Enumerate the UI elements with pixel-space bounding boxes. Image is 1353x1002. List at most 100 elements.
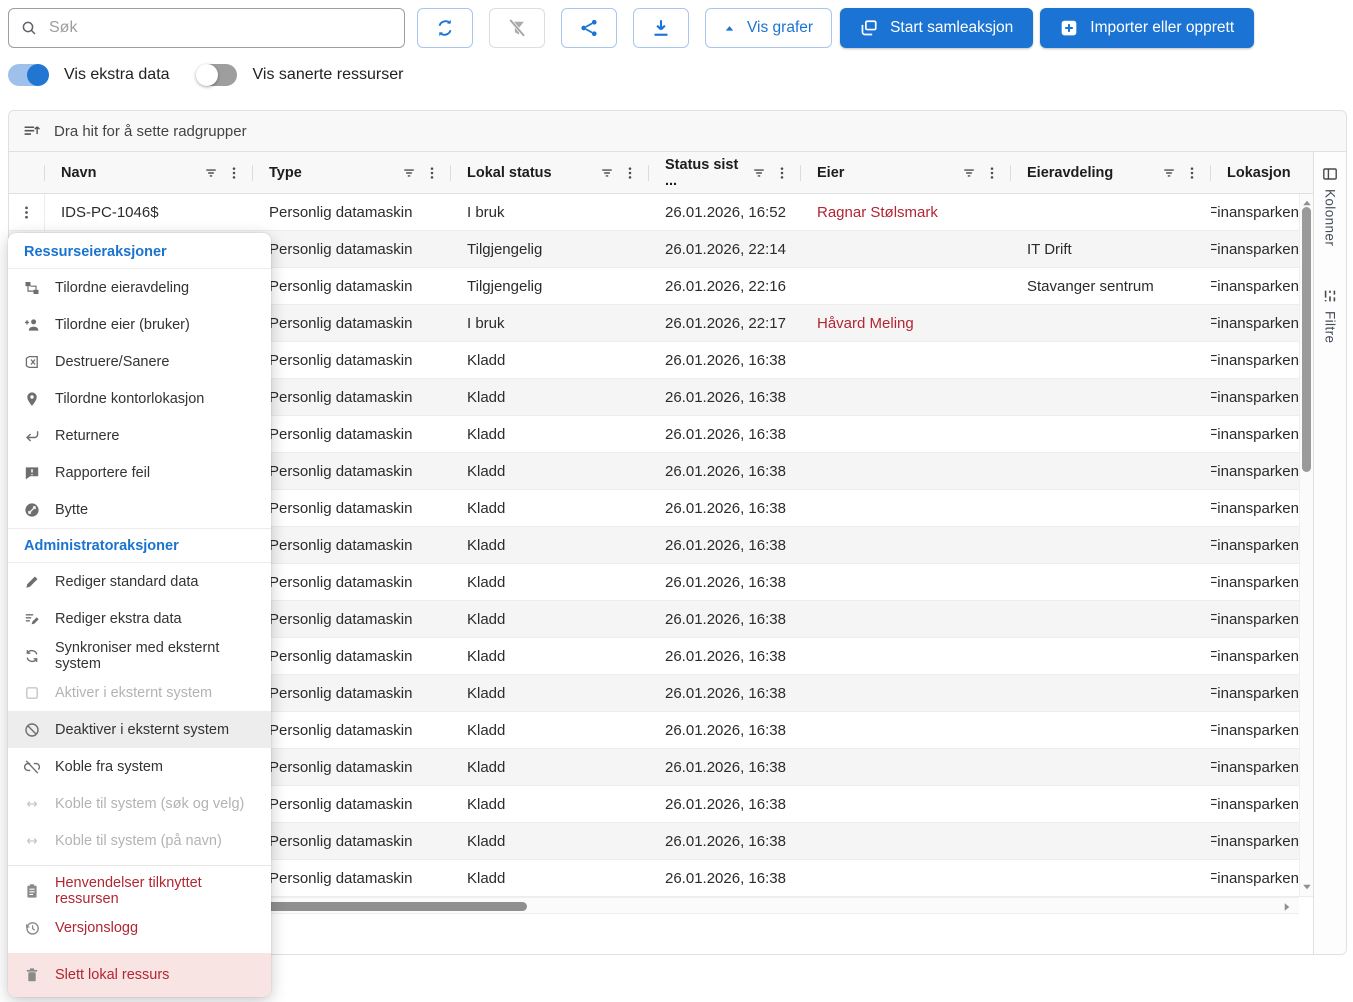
column-menu-icon[interactable]: [775, 166, 789, 180]
menu-item[interactable]: Deaktiver i eksternt system: [8, 711, 271, 748]
table-row[interactable]: IDS-PC-1046$ Personlig datamaskin I bruk…: [9, 194, 1313, 231]
header-cell-eieravdeling[interactable]: Eieravdeling: [1011, 152, 1211, 193]
cell-status-sist: 26.01.2026, 16:38: [649, 823, 801, 859]
cell-lokal-status: I bruk: [451, 194, 649, 230]
location-pin-icon: [24, 391, 40, 407]
header-cell-actions: [9, 152, 45, 193]
cell-lokal-status: Tilgjengelig: [451, 231, 649, 267]
box-remove-icon: [24, 354, 40, 370]
cell-status-sist: 26.01.2026, 16:38: [649, 749, 801, 785]
menu-item[interactable]: Bytte: [8, 491, 271, 528]
cell-eier[interactable]: [801, 527, 1011, 563]
scroll-right-icon[interactable]: [1281, 901, 1293, 913]
filter-funnel-icon[interactable]: [1162, 166, 1176, 180]
cell-lokasjon: Finansparken: [1211, 601, 1313, 637]
column-menu-icon[interactable]: [623, 166, 637, 180]
toggle-row: Vis ekstra data Vis sanerte ressurser: [8, 62, 403, 88]
column-menu-icon[interactable]: [1185, 166, 1199, 180]
cell-eier[interactable]: Håvard Meling: [801, 305, 1011, 341]
cell-eier[interactable]: [801, 860, 1011, 896]
share-button[interactable]: [561, 8, 617, 48]
cell-eier[interactable]: Ragnar Stølsmark: [801, 194, 1011, 230]
menu-item[interactable]: Tilordne eier (bruker): [8, 306, 271, 343]
cell-eier[interactable]: [801, 379, 1011, 415]
menu-item[interactable]: Koble fra system: [8, 748, 271, 785]
cell-type: Personlig datamaskin: [253, 527, 451, 563]
start-samleaksjon-button[interactable]: Start samleaksjon: [840, 8, 1033, 48]
menu-item[interactable]: Returnere: [8, 417, 271, 454]
row-group-dropzone[interactable]: Dra hit for å sette radgrupper: [9, 111, 1346, 152]
cell-eier[interactable]: [801, 712, 1011, 748]
vertical-scrollbar[interactable]: [1299, 194, 1313, 896]
menu-item[interactable]: Henvendelser tilknyttet ressursen: [8, 872, 271, 909]
header-cell-navn[interactable]: Navn: [45, 152, 253, 193]
download-button[interactable]: [633, 8, 689, 48]
cell-eier[interactable]: [801, 786, 1011, 822]
column-menu-icon[interactable]: [425, 166, 439, 180]
tab-filtre[interactable]: Filtre: [1322, 288, 1338, 343]
menu-item[interactable]: Rediger standard data: [8, 563, 271, 600]
cell-eier[interactable]: [801, 490, 1011, 526]
menu-item[interactable]: Rediger ekstra data: [8, 600, 271, 637]
cell-eier[interactable]: [801, 823, 1011, 859]
scroll-down-icon[interactable]: [1301, 881, 1313, 893]
cell-eier[interactable]: [801, 268, 1011, 304]
cell-lokasjon: Finansparken: [1211, 379, 1313, 415]
cell-eier[interactable]: [801, 638, 1011, 674]
column-menu-icon[interactable]: [985, 166, 999, 180]
column-label: Type: [269, 165, 302, 181]
link-arrows-icon: [24, 833, 40, 849]
filter-funnel-icon[interactable]: [600, 166, 614, 180]
cell-lokasjon: Finansparken: [1211, 527, 1313, 563]
header-cell-lokasjon[interactable]: Lokasjon: [1211, 152, 1313, 193]
refresh-button[interactable]: [417, 8, 473, 48]
header-cell-lokal-status[interactable]: Lokal status: [451, 152, 649, 193]
cell-eier[interactable]: [801, 416, 1011, 452]
filter-funnel-icon[interactable]: [752, 166, 766, 180]
cell-eier[interactable]: [801, 453, 1011, 489]
cell-eier[interactable]: [801, 749, 1011, 785]
menu-item[interactable]: Destruere/Sanere: [8, 343, 271, 380]
row-menu-icon[interactable]: [19, 205, 34, 220]
menu-item-label: Returnere: [55, 428, 119, 444]
column-label: Eieravdeling: [1027, 165, 1113, 181]
menu-item-label: Deaktiver i eksternt system: [55, 722, 229, 738]
cell-eier[interactable]: [801, 601, 1011, 637]
menu-item[interactable]: Slett lokal ressurs: [8, 953, 271, 997]
vis-grafer-button[interactable]: Vis grafer: [705, 8, 832, 48]
importer-opprett-button[interactable]: Importer eller opprett: [1040, 8, 1254, 48]
cell-lokal-status: Kladd: [451, 823, 649, 859]
menu-item[interactable]: Tilordne kontorlokasjon: [8, 380, 271, 417]
cell-lokasjon: Finansparken: [1211, 823, 1313, 859]
filter-funnel-icon[interactable]: [962, 166, 976, 180]
header-cell-eier[interactable]: Eier: [801, 152, 1011, 193]
column-menu-icon[interactable]: [227, 166, 241, 180]
vis-ekstra-data-toggle[interactable]: [8, 64, 48, 86]
filter-funnel-icon[interactable]: [402, 166, 416, 180]
cell-eier[interactable]: [801, 564, 1011, 600]
search-box[interactable]: [8, 8, 405, 48]
menu-item[interactable]: Synkroniser med eksternt system: [8, 637, 271, 674]
header-cell-type[interactable]: Type: [253, 152, 451, 193]
cell-eier[interactable]: [801, 675, 1011, 711]
cell-eier[interactable]: [801, 231, 1011, 267]
tab-kolonner[interactable]: Kolonner: [1322, 166, 1338, 246]
vis-sanerte-ressurser-toggle[interactable]: [197, 64, 237, 86]
context-menu: Ressurseieraksjoner Tilordne eieravdelin…: [8, 233, 271, 997]
cell-lokal-status: Kladd: [451, 601, 649, 637]
menu-item-label: Destruere/Sanere: [55, 354, 169, 370]
filter-funnel-icon[interactable]: [204, 166, 218, 180]
search-input[interactable]: [47, 18, 392, 38]
cell-eieravdeling: [1011, 712, 1211, 748]
cell-eieravdeling: [1011, 490, 1211, 526]
cell-eier[interactable]: [801, 342, 1011, 378]
vscroll-thumb[interactable]: [1302, 207, 1311, 472]
tab-filtre-label: Filtre: [1323, 311, 1338, 343]
menu-item[interactable]: Versjonslogg: [8, 909, 271, 946]
plus-square-icon: [1060, 19, 1078, 37]
menu-item[interactable]: Tilordne eieravdeling: [8, 269, 271, 306]
stack-icon: [860, 19, 878, 37]
header-cell-status-sist[interactable]: Status sist ...: [649, 152, 801, 193]
row-actions-cell[interactable]: [9, 194, 45, 230]
menu-item[interactable]: Rapportere feil: [8, 454, 271, 491]
